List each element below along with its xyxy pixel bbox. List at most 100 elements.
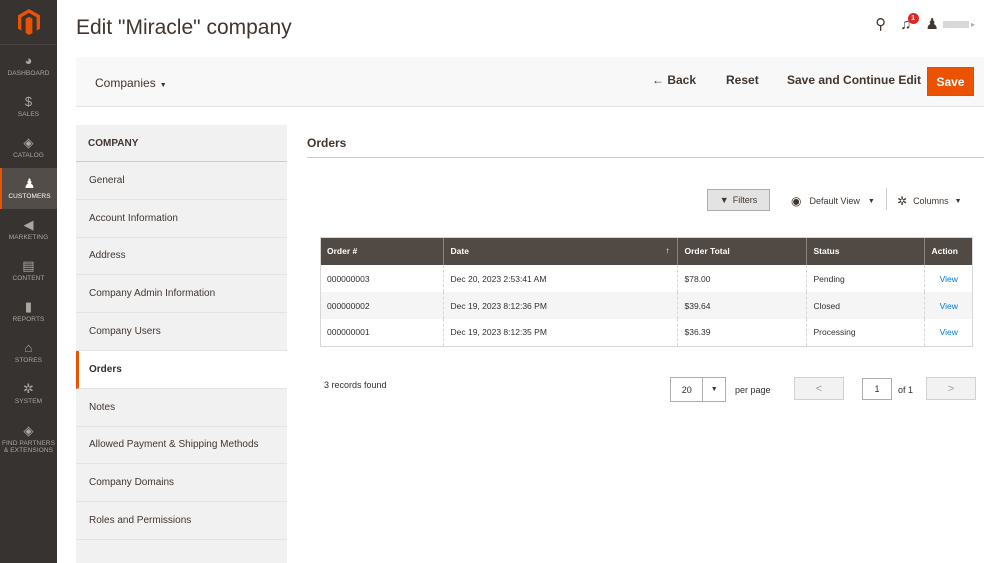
reset-button[interactable]: Reset xyxy=(726,73,759,87)
tab-account-information[interactable]: Account Information xyxy=(76,200,287,238)
orders-section-title: Orders xyxy=(307,136,347,150)
companies-switcher[interactable]: Companies ▼ xyxy=(95,76,167,90)
order-number-cell: 000000003 xyxy=(320,265,443,292)
columns-label: Columns xyxy=(913,196,949,206)
column-header-order-total[interactable]: Order Total xyxy=(676,237,806,265)
chevron-right-icon: > xyxy=(947,382,955,395)
companies-switcher-label: Companies xyxy=(95,76,156,90)
nav-content-label: CONTENT xyxy=(12,274,45,282)
column-header-action: Action xyxy=(923,237,973,265)
person-icon: ♟ xyxy=(23,176,36,192)
save-button[interactable]: Save xyxy=(927,67,974,96)
chevron-down-icon: ▼ xyxy=(867,197,875,205)
order-total-cell: $36.39 xyxy=(676,319,806,347)
save-and-continue-button[interactable]: Save and Continue Edit xyxy=(787,73,921,87)
magento-logo-icon xyxy=(17,9,40,35)
eye-icon: ◉ xyxy=(791,194,802,208)
company-tabs: COMPANY General Account Information Addr… xyxy=(76,125,287,563)
status-cell: Processing xyxy=(805,319,924,347)
nav-content[interactable]: ▤ CONTENT xyxy=(0,250,57,291)
chevron-down-icon: ▼ xyxy=(159,82,167,89)
date-cell: Dec 19, 2023 8:12:35 PM xyxy=(442,319,677,347)
section-divider xyxy=(307,157,984,158)
notification-count-badge: 1 xyxy=(907,12,919,24)
tab-orders[interactable]: Orders xyxy=(76,350,287,389)
per-page-value[interactable]: 20 xyxy=(671,378,704,401)
notifications-button[interactable]: ♫ 1 xyxy=(900,12,919,33)
puzzle-box-icon: ◈ xyxy=(23,423,34,439)
filters-button[interactable]: ▼ Filters xyxy=(707,189,770,211)
action-cell: View xyxy=(923,265,973,292)
dollar-icon: $ xyxy=(24,94,33,110)
box-icon: ◈ xyxy=(23,135,34,151)
view-order-link[interactable]: View xyxy=(940,274,958,284)
tab-company-domains[interactable]: Company Domains xyxy=(76,464,287,503)
per-page-select[interactable]: 20 ▼ xyxy=(670,377,726,402)
nav-sales[interactable]: $ SALES xyxy=(0,86,57,127)
filter-funnel-icon: ▼ xyxy=(719,195,729,205)
nav-stores-label: STORES xyxy=(14,356,43,364)
grid-header-row: Order # Date ↑ Order Total Status Action xyxy=(320,237,973,265)
page-total-text: of 1 xyxy=(898,385,914,395)
nav-catalog[interactable]: ◈ CATALOG xyxy=(0,127,57,168)
chevron-left-icon: < xyxy=(815,382,823,395)
view-order-link[interactable]: View xyxy=(940,301,958,311)
header-actions: ⚲ ♫ 1 ♟ ▸ xyxy=(875,12,975,36)
previous-page-button[interactable]: < xyxy=(794,377,844,400)
column-header-label: Order Total xyxy=(684,246,730,256)
date-cell: Dec 19, 2023 8:12:36 PM xyxy=(442,292,677,319)
records-found-text: 3 records found xyxy=(324,380,387,390)
toolbar-divider xyxy=(886,188,887,210)
nav-stores[interactable]: ⌂ STORES xyxy=(0,332,57,373)
back-button[interactable]: ← Back xyxy=(652,73,696,87)
tab-company-admin-information[interactable]: Company Admin Information xyxy=(76,275,287,314)
user-menu-button[interactable]: ♟ ▸ xyxy=(926,15,975,33)
default-view-dropdown[interactable]: ◉ Default View ▼ xyxy=(791,194,875,208)
nav-sales-label: SALES xyxy=(17,110,40,118)
table-row[interactable]: 000000001 Dec 19, 2023 8:12:35 PM $36.39… xyxy=(320,319,973,347)
tab-address[interactable]: Address xyxy=(76,238,287,276)
nav-reports-label: REPORTS xyxy=(12,315,45,323)
action-cell: View xyxy=(923,319,973,347)
order-number-cell: 000000002 xyxy=(320,292,443,319)
nav-dashboard-label: DASHBOARD xyxy=(7,69,50,77)
tab-allowed-payment-shipping[interactable]: Allowed Payment & Shipping Methods xyxy=(76,427,287,465)
nav-system-label: SYSTEM xyxy=(14,397,43,405)
layout-icon: ▤ xyxy=(22,258,35,274)
column-header-label: Action xyxy=(931,246,958,256)
tab-company-users[interactable]: Company Users xyxy=(76,313,287,351)
current-page-input[interactable]: 1 xyxy=(862,378,892,400)
filters-label: Filters xyxy=(732,195,758,205)
nav-catalog-label: CATALOG xyxy=(13,151,44,159)
magento-logo[interactable] xyxy=(0,0,57,45)
tab-roles-and-permissions[interactable]: Roles and Permissions xyxy=(76,502,287,540)
columns-dropdown[interactable]: ✲ Columns ▼ xyxy=(897,194,962,208)
default-view-label: Default View xyxy=(809,196,860,206)
nav-marketing[interactable]: ◀ MARKETING xyxy=(0,209,57,250)
bar-chart-icon: ▮ xyxy=(24,299,33,315)
next-page-button[interactable]: > xyxy=(926,377,976,400)
nav-find-partners[interactable]: ◈ FIND PARTNERS & EXTENSIONS xyxy=(0,414,57,464)
tab-notes[interactable]: Notes xyxy=(76,389,287,427)
search-icon[interactable]: ⚲ xyxy=(875,15,886,33)
order-total-cell: $39.64 xyxy=(676,292,806,319)
nav-dashboard[interactable]: ◕ DASHBOARD xyxy=(0,45,57,86)
store-icon: ⌂ xyxy=(24,340,33,356)
nav-find-partners-label: FIND PARTNERS & EXTENSIONS xyxy=(1,439,56,454)
page-title: Edit "Miracle" company xyxy=(76,16,292,39)
per-page-label: per page xyxy=(735,385,771,395)
nav-reports[interactable]: ▮ REPORTS xyxy=(0,291,57,332)
view-order-link[interactable]: View xyxy=(940,327,958,337)
table-row[interactable]: 000000003 Dec 20, 2023 2:53:41 AM $78.00… xyxy=(320,265,973,292)
nav-customers[interactable]: ♟ CUSTOMERS xyxy=(0,168,57,209)
order-total-cell: $78.00 xyxy=(676,265,806,292)
chevron-down-icon[interactable]: ▼ xyxy=(703,378,725,401)
column-header-label: Date xyxy=(450,246,469,256)
column-header-date[interactable]: Date ↑ xyxy=(442,237,677,265)
nav-system[interactable]: ✲ SYSTEM xyxy=(0,373,57,414)
order-number-cell: 000000001 xyxy=(320,319,443,347)
column-header-order-number[interactable]: Order # xyxy=(320,237,443,265)
table-row[interactable]: 000000002 Dec 19, 2023 8:12:36 PM $39.64… xyxy=(320,292,973,319)
tab-general[interactable]: General xyxy=(76,162,287,200)
column-header-status[interactable]: Status xyxy=(805,237,924,265)
